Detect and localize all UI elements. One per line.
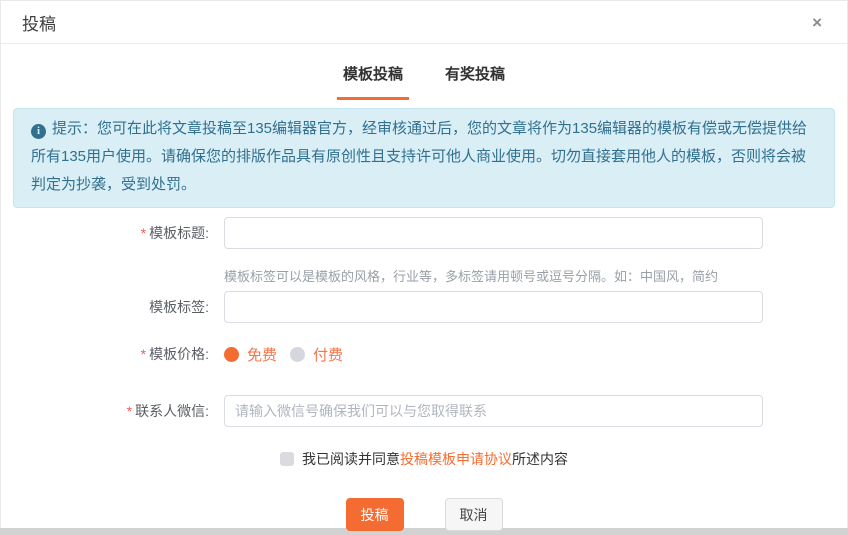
tab-label: 模板投稿	[343, 66, 403, 83]
field-row-template-title: *模板标题:	[1, 217, 847, 249]
template-tags-hint: 模板标签可以是模板的风格，行业等，多标签请用顿号或逗号分隔。如：中国风，简约	[224, 270, 763, 283]
submit-button[interactable]: 投稿	[346, 498, 404, 531]
dialog-title: 投稿	[22, 10, 56, 35]
tab-label: 有奖投稿	[445, 66, 505, 83]
radio-free-label: 免费	[247, 344, 277, 365]
contact-wechat-input[interactable]	[224, 395, 763, 427]
field-row-template-tags: 模板标签: 模板标签可以是模板的风格，行业等，多标签请用顿号或逗号分隔。如：中国…	[1, 267, 847, 323]
field-row-template-price: *模板价格: 免费 付费	[1, 338, 847, 370]
tab-reward-submission[interactable]: 有奖投稿	[439, 63, 511, 100]
agreement-checkbox[interactable]	[280, 452, 294, 466]
template-tags-input[interactable]	[224, 291, 763, 323]
contact-wechat-label: *联系人微信:	[1, 395, 209, 427]
template-title-label: *模板标题:	[1, 217, 209, 249]
required-star: *	[141, 346, 146, 362]
template-price-label: *模板价格:	[1, 338, 209, 370]
agreement-row: 我已阅读并同意投稿模板申请协议所述内容	[1, 449, 847, 469]
agreement-text-after: 所述内容	[512, 449, 568, 469]
submission-form: *模板标题: 模板标签: 模板标签可以是模板的风格，行业等，多标签请用顿号或逗号…	[1, 208, 847, 531]
dialog-header: 投稿 ×	[1, 1, 847, 44]
radio-free[interactable]: 免费	[224, 344, 277, 365]
radio-dot-icon	[290, 347, 305, 362]
info-alert: i提示：您可在此将文章投稿至135编辑器官方，经审核通过后，您的文章将作为135…	[13, 108, 835, 208]
close-icon[interactable]: ×	[808, 12, 826, 33]
radio-dot-icon	[224, 347, 239, 362]
required-star: *	[127, 403, 132, 419]
field-row-contact-wechat: *联系人微信:	[1, 395, 847, 427]
alert-text: 提示：您可在此将文章投稿至135编辑器官方，经审核通过后，您的文章将作为135编…	[31, 120, 807, 193]
template-tags-label: 模板标签:	[1, 291, 209, 323]
submit-dialog: 投稿 × 模板投稿 有奖投稿 i提示：您可在此将文章投稿至135编辑器官方，经审…	[0, 0, 848, 528]
radio-paid[interactable]: 付费	[290, 344, 343, 365]
info-circle-icon: i	[31, 124, 46, 139]
agreement-text-before: 我已阅读并同意	[302, 449, 400, 469]
price-radio-group: 免费 付费	[224, 344, 343, 365]
required-star: *	[141, 225, 146, 241]
action-buttons: 投稿 取消	[1, 498, 847, 531]
tab-bar: 模板投稿 有奖投稿	[1, 63, 847, 100]
radio-paid-label: 付费	[313, 344, 343, 365]
tab-template-submission[interactable]: 模板投稿	[337, 63, 409, 100]
cancel-button[interactable]: 取消	[445, 498, 503, 531]
template-title-input[interactable]	[224, 217, 763, 249]
agreement-link[interactable]: 投稿模板申请协议	[400, 449, 512, 469]
